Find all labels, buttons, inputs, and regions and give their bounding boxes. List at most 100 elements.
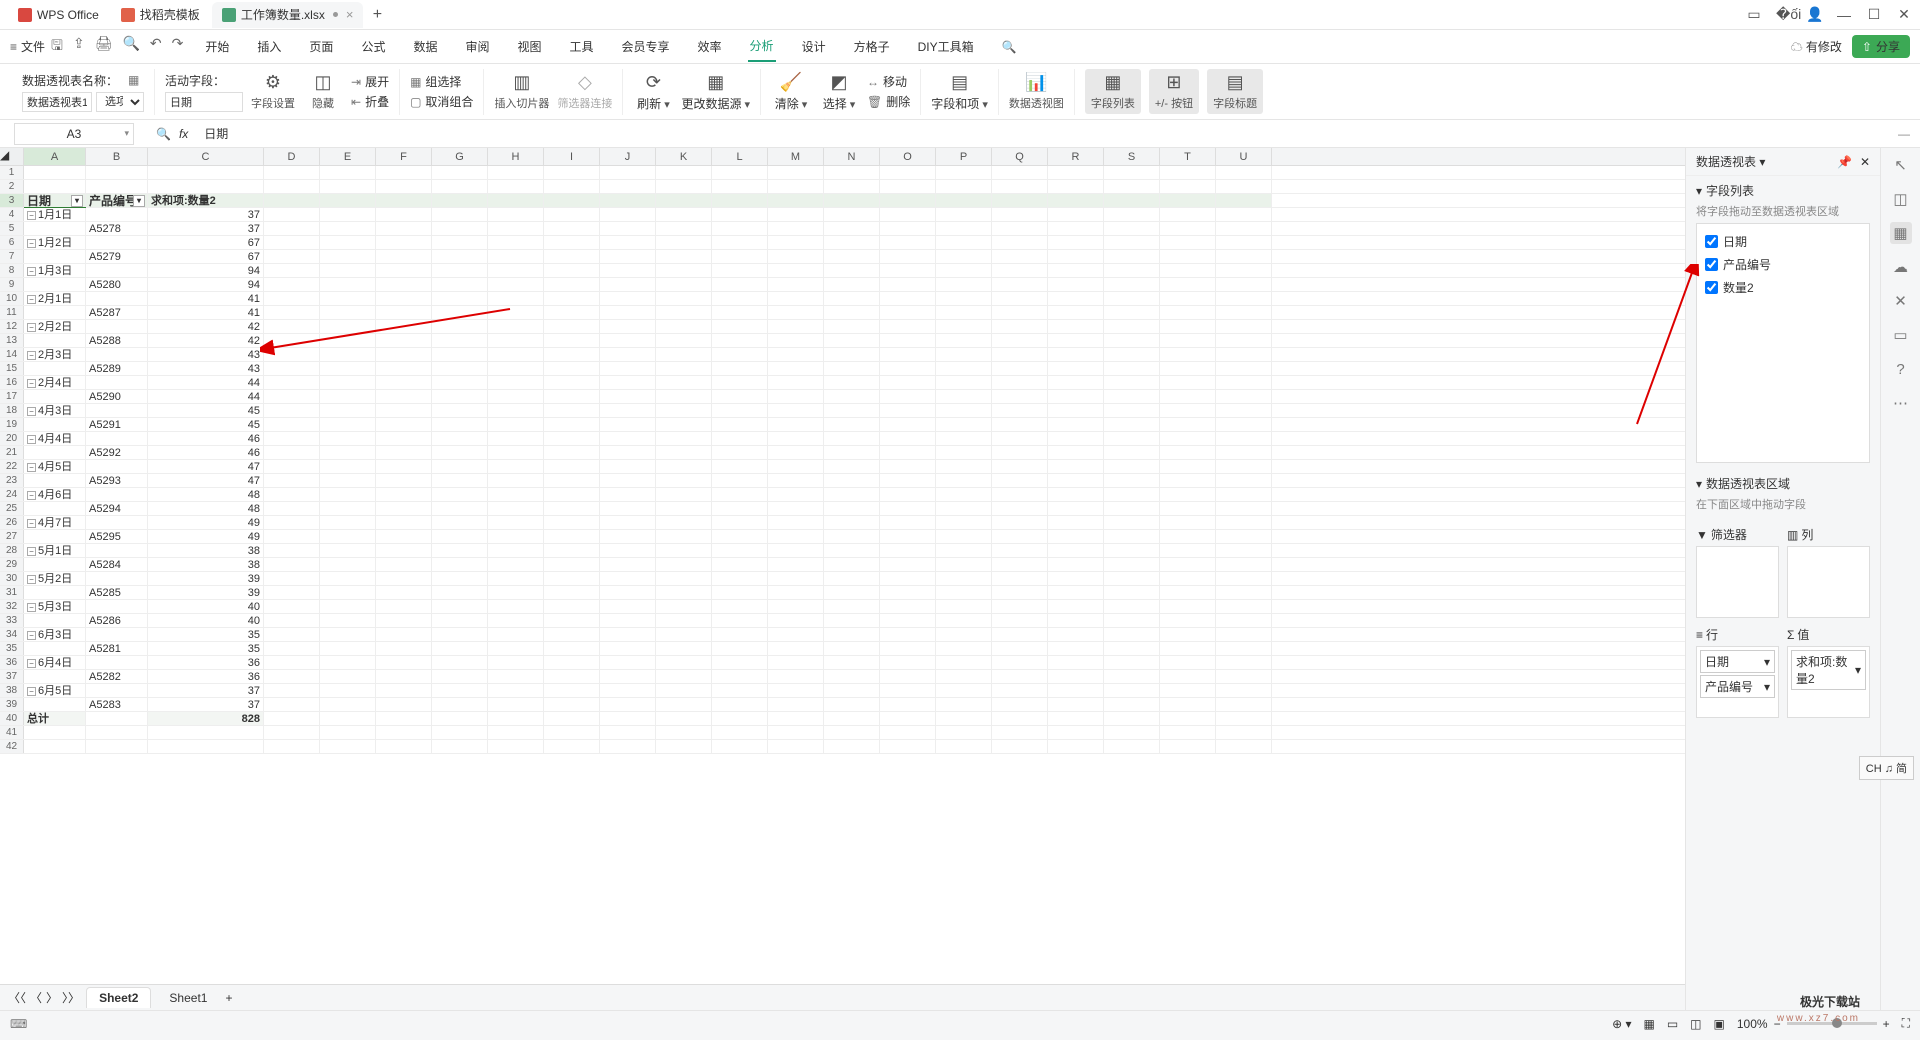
cell[interactable] bbox=[712, 236, 768, 249]
cell[interactable] bbox=[600, 292, 656, 305]
cell[interactable] bbox=[376, 236, 432, 249]
cell[interactable]: 37 bbox=[148, 698, 264, 711]
cell[interactable] bbox=[712, 222, 768, 235]
cell[interactable] bbox=[1160, 208, 1216, 221]
cell[interactable] bbox=[768, 642, 824, 655]
cell[interactable] bbox=[712, 362, 768, 375]
menu-formula[interactable]: 公式 bbox=[359, 32, 387, 61]
cell[interactable] bbox=[1160, 502, 1216, 515]
cell[interactable] bbox=[768, 698, 824, 711]
cell[interactable] bbox=[488, 292, 544, 305]
cell[interactable] bbox=[656, 516, 712, 529]
cell[interactable] bbox=[488, 488, 544, 501]
sheet-area[interactable]: ◢ ABCDEFGHIJKLMNOPQRSTU 123日期▾产品编号▾求和项:数… bbox=[0, 148, 1685, 1010]
row-header[interactable]: 39 bbox=[0, 698, 24, 711]
cell[interactable] bbox=[992, 572, 1048, 585]
cell[interactable] bbox=[600, 250, 656, 263]
cell[interactable] bbox=[600, 208, 656, 221]
cell[interactable] bbox=[656, 712, 712, 725]
cell[interactable] bbox=[376, 376, 432, 389]
cell[interactable] bbox=[1216, 292, 1272, 305]
cell[interactable] bbox=[992, 404, 1048, 417]
cell[interactable] bbox=[936, 572, 992, 585]
value-item-qty[interactable]: 求和项:数量2▾ bbox=[1791, 650, 1866, 690]
cell[interactable] bbox=[264, 642, 320, 655]
cell[interactable] bbox=[824, 516, 880, 529]
cell[interactable] bbox=[376, 558, 432, 571]
cell[interactable] bbox=[768, 726, 824, 739]
cell[interactable] bbox=[600, 180, 656, 193]
cell[interactable] bbox=[86, 600, 148, 613]
cell[interactable]: −2月3日 bbox=[24, 348, 86, 361]
cell[interactable] bbox=[880, 726, 936, 739]
cell[interactable] bbox=[264, 320, 320, 333]
cell[interactable]: 产品编号▾ bbox=[86, 194, 148, 207]
cell[interactable] bbox=[264, 656, 320, 669]
cell[interactable] bbox=[432, 530, 488, 543]
cell[interactable] bbox=[1216, 404, 1272, 417]
cell[interactable] bbox=[264, 250, 320, 263]
cell[interactable] bbox=[488, 712, 544, 725]
select-button[interactable]: ◩选择 ▾ bbox=[819, 72, 859, 112]
collapse-icon[interactable]: − bbox=[27, 239, 36, 248]
cell[interactable] bbox=[1216, 516, 1272, 529]
cell[interactable] bbox=[320, 348, 376, 361]
cell[interactable] bbox=[936, 698, 992, 711]
cell[interactable] bbox=[936, 348, 992, 361]
next-sheet-icon[interactable]: 〉 bbox=[46, 989, 58, 1006]
cell[interactable] bbox=[936, 446, 992, 459]
move-button[interactable]: ↔ 移动 bbox=[867, 73, 910, 90]
area-values[interactable]: 求和项:数量2▾ bbox=[1787, 646, 1870, 718]
cell[interactable] bbox=[1216, 628, 1272, 641]
cell[interactable] bbox=[1048, 600, 1104, 613]
cell[interactable]: 38 bbox=[148, 558, 264, 571]
cell[interactable] bbox=[1104, 194, 1160, 207]
cell[interactable] bbox=[488, 726, 544, 739]
cell[interactable] bbox=[600, 488, 656, 501]
cell[interactable] bbox=[824, 726, 880, 739]
cell[interactable] bbox=[264, 544, 320, 557]
cell[interactable] bbox=[936, 180, 992, 193]
cell[interactable] bbox=[1048, 614, 1104, 627]
cell[interactable] bbox=[320, 726, 376, 739]
cell[interactable]: −4月7日 bbox=[24, 516, 86, 529]
row-header[interactable]: 33 bbox=[0, 614, 24, 627]
cell[interactable]: −4月5日 bbox=[24, 460, 86, 473]
cell[interactable] bbox=[824, 670, 880, 683]
cell[interactable] bbox=[488, 558, 544, 571]
cell[interactable] bbox=[1216, 544, 1272, 557]
cell[interactable] bbox=[432, 516, 488, 529]
cell[interactable] bbox=[1104, 656, 1160, 669]
cell[interactable] bbox=[656, 488, 712, 501]
cell[interactable] bbox=[1104, 600, 1160, 613]
cell[interactable] bbox=[1160, 642, 1216, 655]
collapse-icon[interactable]: − bbox=[27, 631, 36, 640]
cell[interactable] bbox=[1216, 600, 1272, 613]
cell[interactable]: 35 bbox=[148, 642, 264, 655]
cell[interactable] bbox=[544, 376, 600, 389]
cell[interactable]: 48 bbox=[148, 502, 264, 515]
cell[interactable]: 44 bbox=[148, 376, 264, 389]
cell[interactable] bbox=[320, 628, 376, 641]
zoom-control[interactable]: 100% − + bbox=[1737, 1017, 1890, 1031]
cell[interactable] bbox=[432, 334, 488, 347]
col-header-Q[interactable]: Q bbox=[992, 148, 1048, 165]
cell[interactable] bbox=[488, 656, 544, 669]
cell[interactable] bbox=[148, 180, 264, 193]
cell[interactable] bbox=[264, 376, 320, 389]
cell[interactable] bbox=[824, 698, 880, 711]
cell[interactable] bbox=[768, 250, 824, 263]
cell[interactable] bbox=[656, 614, 712, 627]
cell[interactable] bbox=[544, 530, 600, 543]
cell[interactable] bbox=[600, 558, 656, 571]
cell[interactable] bbox=[24, 726, 86, 739]
cell[interactable] bbox=[880, 292, 936, 305]
cell[interactable] bbox=[936, 432, 992, 445]
cell[interactable] bbox=[768, 488, 824, 501]
pin-icon[interactable]: 📌 bbox=[1837, 155, 1852, 169]
cell[interactable] bbox=[1104, 642, 1160, 655]
cell[interactable] bbox=[712, 418, 768, 431]
cell[interactable] bbox=[320, 516, 376, 529]
cell[interactable]: 36 bbox=[148, 670, 264, 683]
collapse-icon[interactable]: − bbox=[27, 295, 36, 304]
